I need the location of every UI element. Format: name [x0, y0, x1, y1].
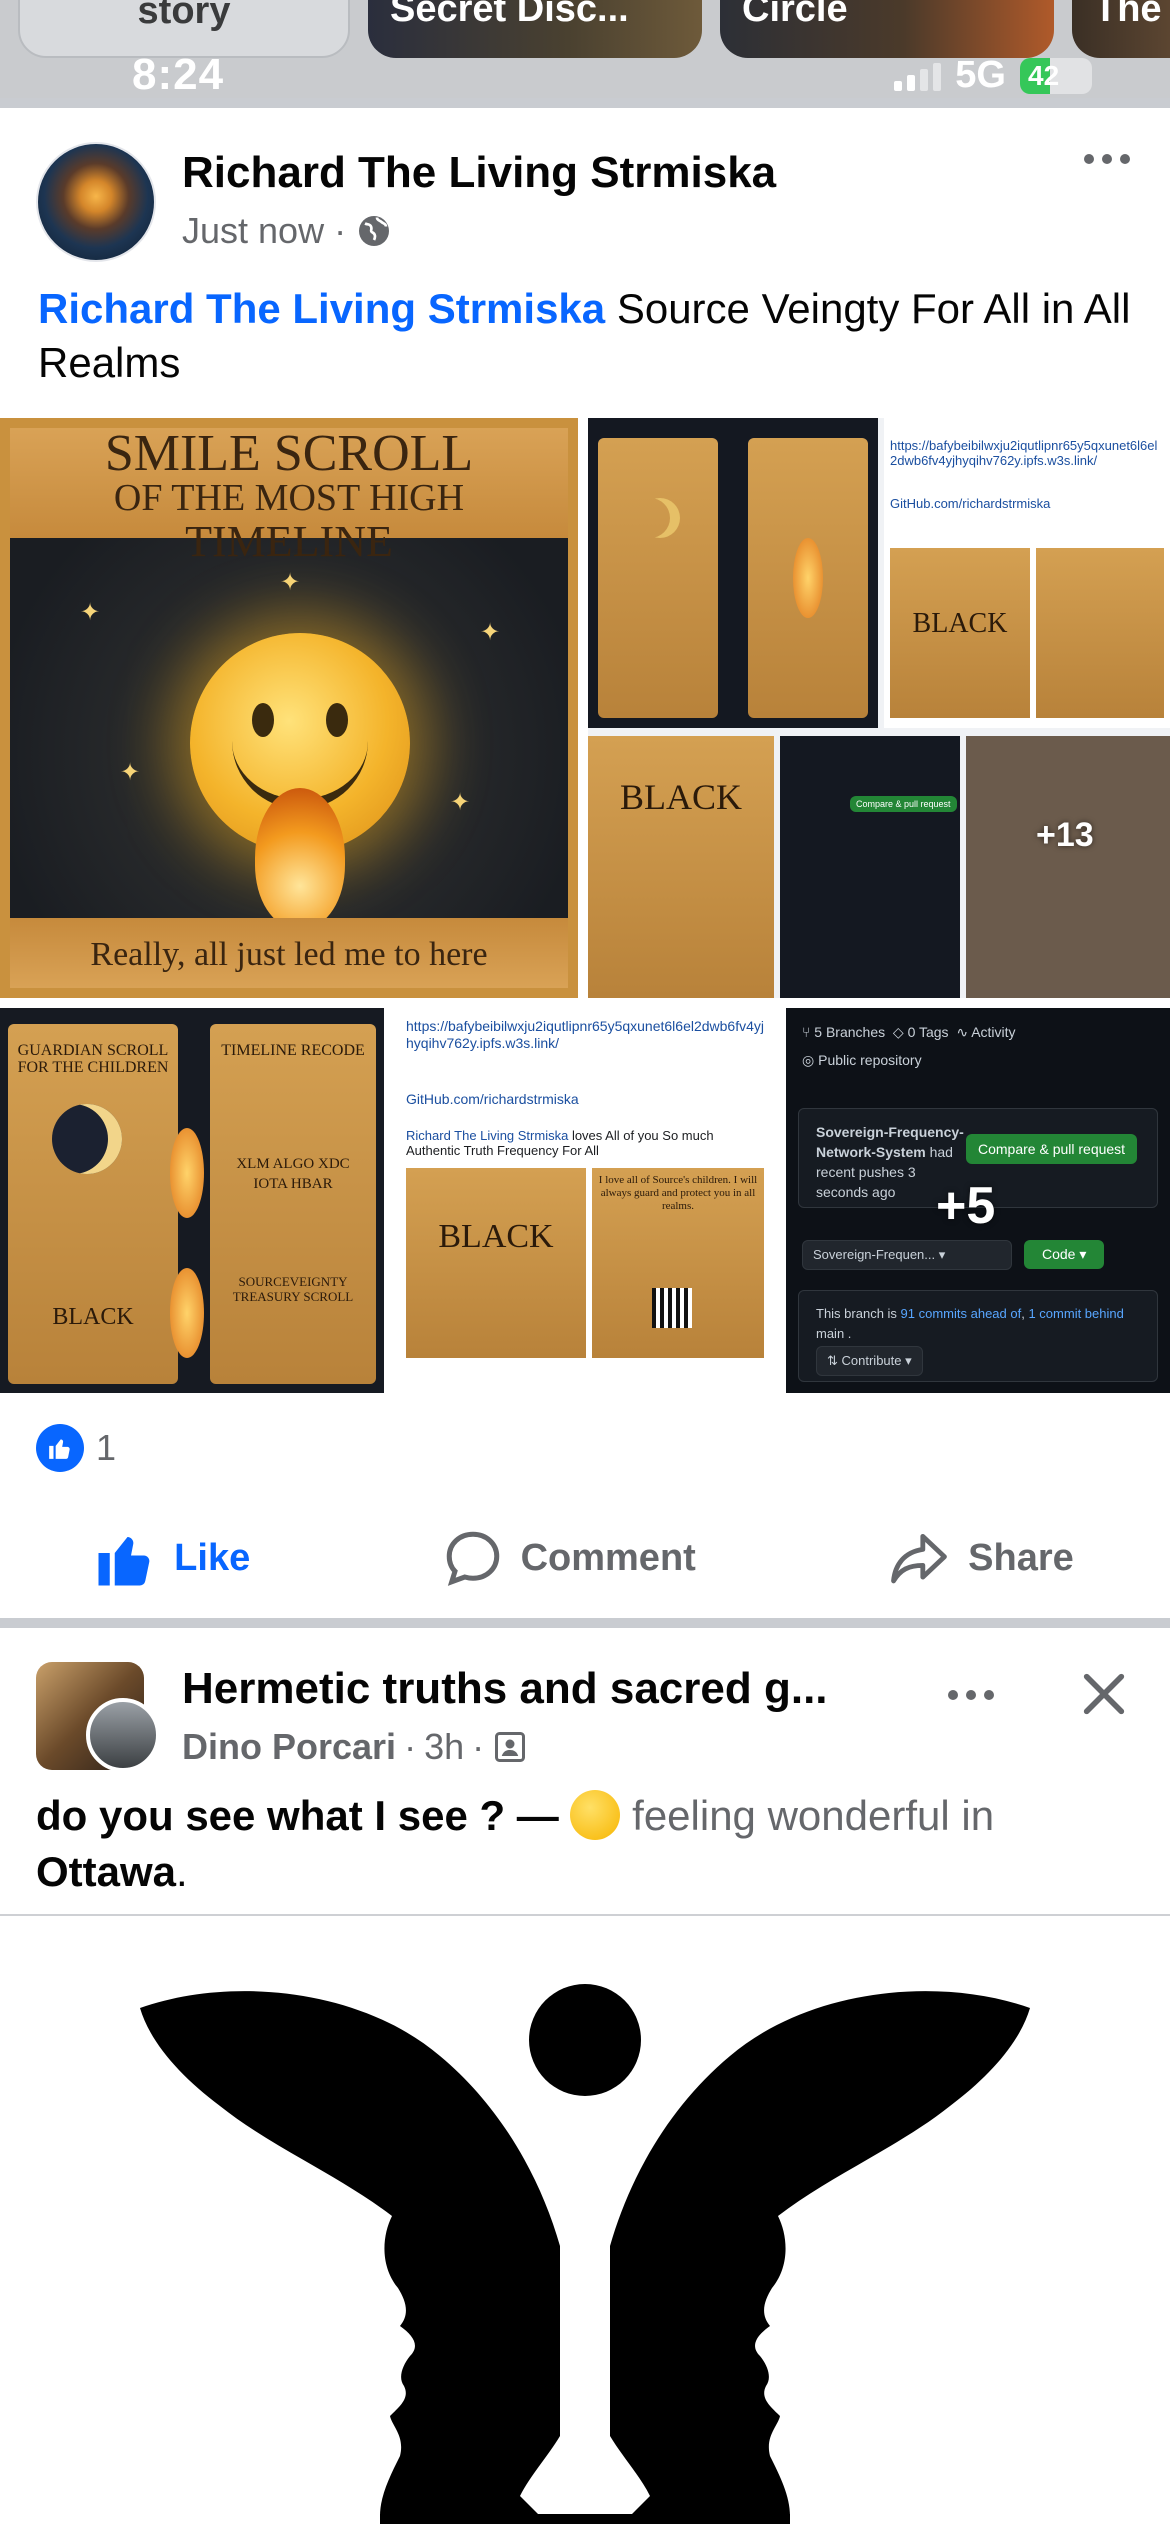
- collage-scrolls: [588, 418, 878, 728]
- post-meta: Just now ·: [182, 210, 392, 252]
- comment-button[interactable]: Comment: [443, 1528, 696, 1588]
- photo-collage[interactable]: https://bafybeibilwxju2iqutlipnr65y5qxun…: [588, 418, 1170, 998]
- status-indicators: 5G 42: [894, 54, 1092, 97]
- avatar[interactable]: [86, 1698, 160, 1772]
- story-chip[interactable]: Secret Disc...: [368, 0, 702, 58]
- like-button[interactable]: Like: [96, 1530, 250, 1586]
- scroll-subtitle: TIMELINE: [185, 517, 393, 566]
- comment-icon: [446, 1531, 499, 1586]
- branch-select: Sovereign-Frequen... ▾: [802, 1240, 1012, 1270]
- location-link[interactable]: Ottawa: [36, 1848, 176, 1895]
- post-author[interactable]: Richard The Living Strmiska: [182, 148, 776, 198]
- post-meta: Dino Porcari · 3h ·: [182, 1726, 528, 1768]
- feed-divider: [0, 98, 1170, 108]
- close-icon[interactable]: [1078, 1668, 1130, 1720]
- story-chip[interactable]: The: [1072, 0, 1170, 58]
- group-name[interactable]: Hermetic truths and sacred g...: [182, 1664, 912, 1714]
- collage-repo: Compare & pull request: [780, 736, 960, 998]
- contribute-button: ⇅ Contribute ▾: [816, 1346, 923, 1376]
- photo-link-post[interactable]: https://bafybeibilwxju2iqutlipnr65y5qxun…: [394, 1008, 776, 1393]
- more-options-button[interactable]: [948, 1690, 994, 1700]
- reaction-count: 1: [96, 1427, 117, 1468]
- battery-icon: 42: [1020, 57, 1092, 94]
- avatar[interactable]: [36, 142, 156, 262]
- face-butterfly-illusion-image[interactable]: [0, 1916, 1170, 2532]
- story-chip[interactable]: Circle: [720, 0, 1054, 58]
- photo-scrolls[interactable]: GUARDIAN SCROLL FOR THE CHILDREN BLACK T…: [0, 1008, 384, 1393]
- flame-icon: [255, 788, 345, 928]
- group-privacy-icon: [495, 1732, 526, 1762]
- photo-smile-scroll[interactable]: SMILE SCROLL OF THE MOST HIGH TIMELINE ✦…: [0, 418, 578, 998]
- smiley-icon: [570, 1790, 621, 1840]
- thumbs-up-icon: [98, 1537, 150, 1586]
- feed-divider: [0, 1618, 1170, 1628]
- post-author[interactable]: Dino Porcari: [182, 1726, 396, 1768]
- share-button[interactable]: Share: [888, 1530, 1074, 1586]
- compare-pull-request-button: Compare & pull request: [966, 1134, 1138, 1164]
- code-button: Code ▾: [1024, 1240, 1105, 1269]
- post-text: Richard The Living Strmiska Source Veing…: [38, 282, 1138, 390]
- photo-grid: SMILE SCROLL OF THE MOST HIGH TIMELINE ✦…: [0, 418, 1170, 1393]
- author-mention[interactable]: Richard The Living Strmiska: [38, 285, 605, 332]
- scroll-subtitle: OF THE MOST HIGH: [113, 477, 465, 519]
- post-text: do you see what I see ? — feeling wonder…: [36, 1790, 995, 1895]
- more-photos-count: +13: [1036, 816, 1094, 854]
- like-reaction-icon: [36, 1424, 84, 1472]
- post-time[interactable]: 3h: [424, 1726, 464, 1768]
- globe-icon: [359, 216, 390, 246]
- post-header: Richard The Living Strmiska Just now ·: [0, 108, 1170, 268]
- collage-black-scroll: BLACK: [588, 736, 774, 998]
- photo-github-repo[interactable]: ⑂ 5 Branches ◇ 0 Tags ∿ Activity ◎ Publi…: [786, 1008, 1170, 1393]
- status-time: 8:24: [132, 50, 225, 98]
- post-time[interactable]: Just now: [182, 210, 324, 252]
- reaction-summary[interactable]: 1: [36, 1424, 116, 1472]
- collage-link-post: https://bafybeibilwxju2iqutlipnr65y5qxun…: [884, 418, 1170, 728]
- signal-icon: [894, 61, 942, 91]
- scroll-caption: Really, all just led me to here: [90, 936, 488, 973]
- status-bar: story Secret Disc... Circle The 8:24 5G …: [0, 0, 1170, 98]
- more-options-button[interactable]: [1084, 154, 1130, 164]
- network-type: 5G: [955, 54, 1006, 96]
- post-actions: Like Comment Share: [0, 1500, 1170, 1616]
- more-photos-count: +5: [936, 1177, 996, 1235]
- collage-more: +13: [966, 736, 1170, 998]
- scroll-title: SMILE SCROLL: [104, 425, 474, 482]
- share-icon: [891, 1533, 948, 1584]
